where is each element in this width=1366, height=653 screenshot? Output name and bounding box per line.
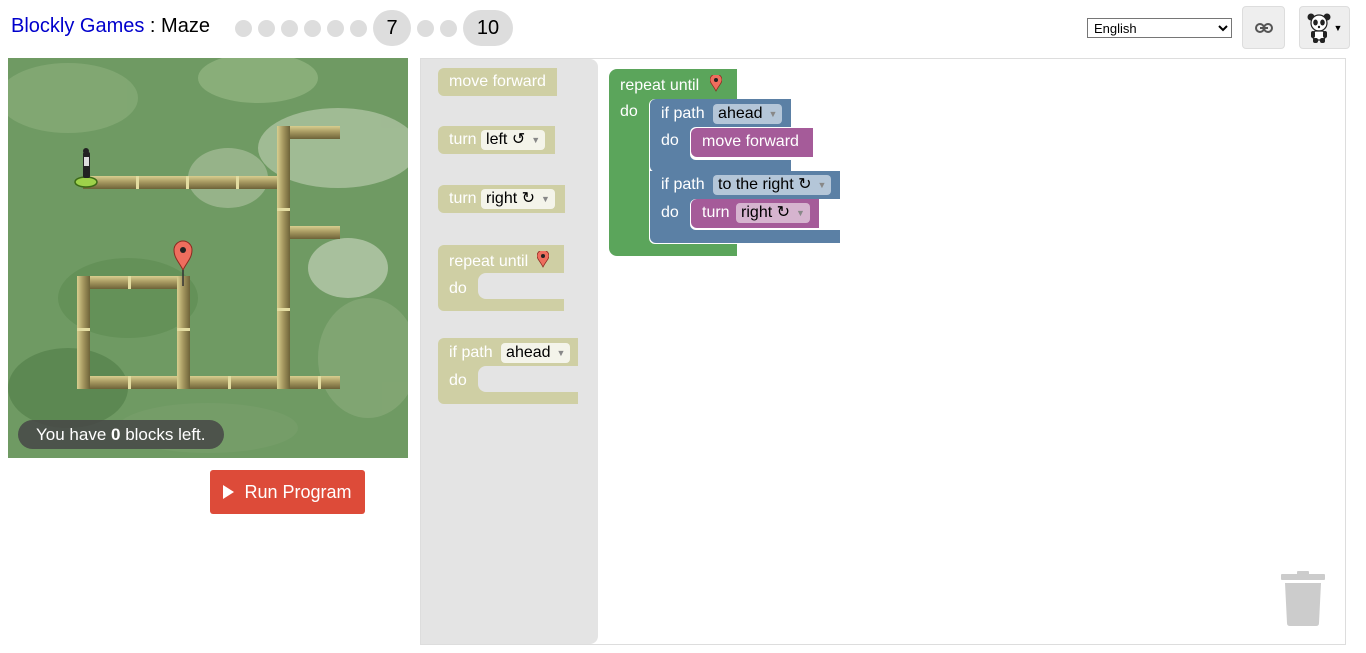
- level-selector: 7 10: [235, 10, 519, 46]
- toolbox-if-path-label: if path: [449, 344, 493, 362]
- toolbox-turn-label: turn: [449, 131, 477, 149]
- program-repeat-do-label: do: [620, 103, 638, 120]
- dropdown-arrow-icon: ▼: [531, 135, 541, 145]
- toolbox-turn-left-dropdown[interactable]: left ↺ ▼: [481, 130, 546, 150]
- app-title: Blockly Games : Maze: [11, 15, 210, 38]
- level-dot-9[interactable]: [440, 19, 457, 37]
- toolbox-repeat-slot: [478, 273, 564, 299]
- program-move-forward-label: move forward: [702, 133, 799, 150]
- dropdown-arrow-icon-3: ▼: [556, 348, 566, 358]
- toolbox-if-path-block[interactable]: if path ahead ▼ do: [438, 338, 578, 404]
- link-icon: [1254, 22, 1273, 33]
- toolbox-ahead-option: ahead: [506, 344, 551, 362]
- program-if1-label: if path: [661, 105, 705, 123]
- program-if2-option: to the right ↻: [718, 176, 812, 194]
- level-dot-1[interactable]: [235, 19, 252, 37]
- level-last[interactable]: 10: [463, 10, 513, 46]
- capacity-suffix: blocks left.: [120, 425, 206, 444]
- panda-icon: [1307, 13, 1331, 43]
- maze-board: You have 0 blocks left.: [8, 58, 408, 458]
- toolbox-move-forward-block[interactable]: move forward: [438, 68, 557, 96]
- capacity-badge: You have 0 blocks left.: [18, 420, 224, 449]
- toolbox-turn-label-2: turn: [449, 190, 477, 208]
- trashcan-icon[interactable]: [1281, 571, 1325, 632]
- program-if1-option: ahead: [718, 105, 763, 123]
- maze-map: [8, 58, 408, 458]
- toolbox-if-do-label: do: [449, 372, 467, 389]
- play-icon: [223, 485, 235, 499]
- run-program-button[interactable]: Run Program: [210, 470, 365, 514]
- program-if1-do-label: do: [661, 132, 679, 149]
- run-program-label: Run Program: [244, 481, 352, 502]
- toolbox-turn-right-block[interactable]: turn right ↻ ▼: [438, 185, 565, 213]
- link-button[interactable]: [1242, 6, 1285, 49]
- blockly-workspace[interactable]: move forward turn left ↺ ▼ turn right ↻ ▼ …: [420, 58, 1346, 645]
- goal-marker-icon: [536, 249, 550, 268]
- toolbox-right-option: right ↻: [486, 190, 536, 208]
- program-if2-dropdown[interactable]: to the right ↻ ▼: [713, 175, 832, 195]
- level-dot-2[interactable]: [258, 19, 275, 37]
- pilot-button[interactable]: ▼: [1299, 6, 1350, 49]
- toolbox-if-slot: [478, 366, 578, 392]
- program-turn-label: turn: [702, 204, 730, 222]
- goal-marker-icon: [709, 73, 723, 92]
- toolbox-left-option: left ↺: [486, 131, 526, 149]
- level-dot-6[interactable]: [350, 19, 367, 37]
- language-select[interactable]: English: [1087, 18, 1232, 38]
- chevron-down-icon: ▼: [1333, 22, 1343, 33]
- program-if1-dropdown[interactable]: ahead ▼: [713, 104, 783, 124]
- level-current[interactable]: 7: [373, 10, 411, 46]
- toolbox-repeat-until-block[interactable]: repeat until do: [438, 245, 564, 311]
- capacity-prefix: You have: [36, 425, 111, 444]
- program-turn-dropdown[interactable]: right ↻ ▼: [736, 203, 810, 223]
- level-dot-5[interactable]: [327, 19, 344, 37]
- program-move-forward-block[interactable]: move forward: [691, 128, 813, 157]
- program-turn-option: right ↻: [741, 204, 791, 222]
- program-turn-right-block[interactable]: turn right ↻ ▼: [691, 199, 819, 228]
- level-dot-8[interactable]: [417, 19, 434, 37]
- toolbox-if-path-dropdown[interactable]: ahead ▼: [501, 343, 571, 363]
- level-dot-4[interactable]: [304, 19, 321, 37]
- title-separator: :: [144, 15, 162, 37]
- toolbox-move-forward-label: move forward: [449, 73, 546, 90]
- toolbox-turn-right-dropdown[interactable]: right ↻ ▼: [481, 189, 555, 209]
- game-name: Maze: [161, 15, 210, 37]
- program-if2-do-label: do: [661, 204, 679, 221]
- dropdown-arrow-icon-6: ▼: [796, 208, 805, 218]
- level-dot-3[interactable]: [281, 19, 298, 37]
- dropdown-arrow-icon-5: ▼: [817, 180, 827, 190]
- toolbox-turn-left-block[interactable]: turn left ↺ ▼: [438, 126, 555, 154]
- toolbox-repeat-do-label: do: [449, 280, 467, 297]
- blockly-games-link[interactable]: Blockly Games: [11, 15, 144, 37]
- toolbox-repeat-until-label: repeat until: [449, 253, 529, 270]
- program-repeat-until-label: repeat until: [620, 77, 700, 94]
- dropdown-arrow-icon-4: ▼: [768, 109, 778, 119]
- dropdown-arrow-icon-2: ▼: [541, 194, 550, 204]
- program-if2-label: if path: [661, 176, 705, 194]
